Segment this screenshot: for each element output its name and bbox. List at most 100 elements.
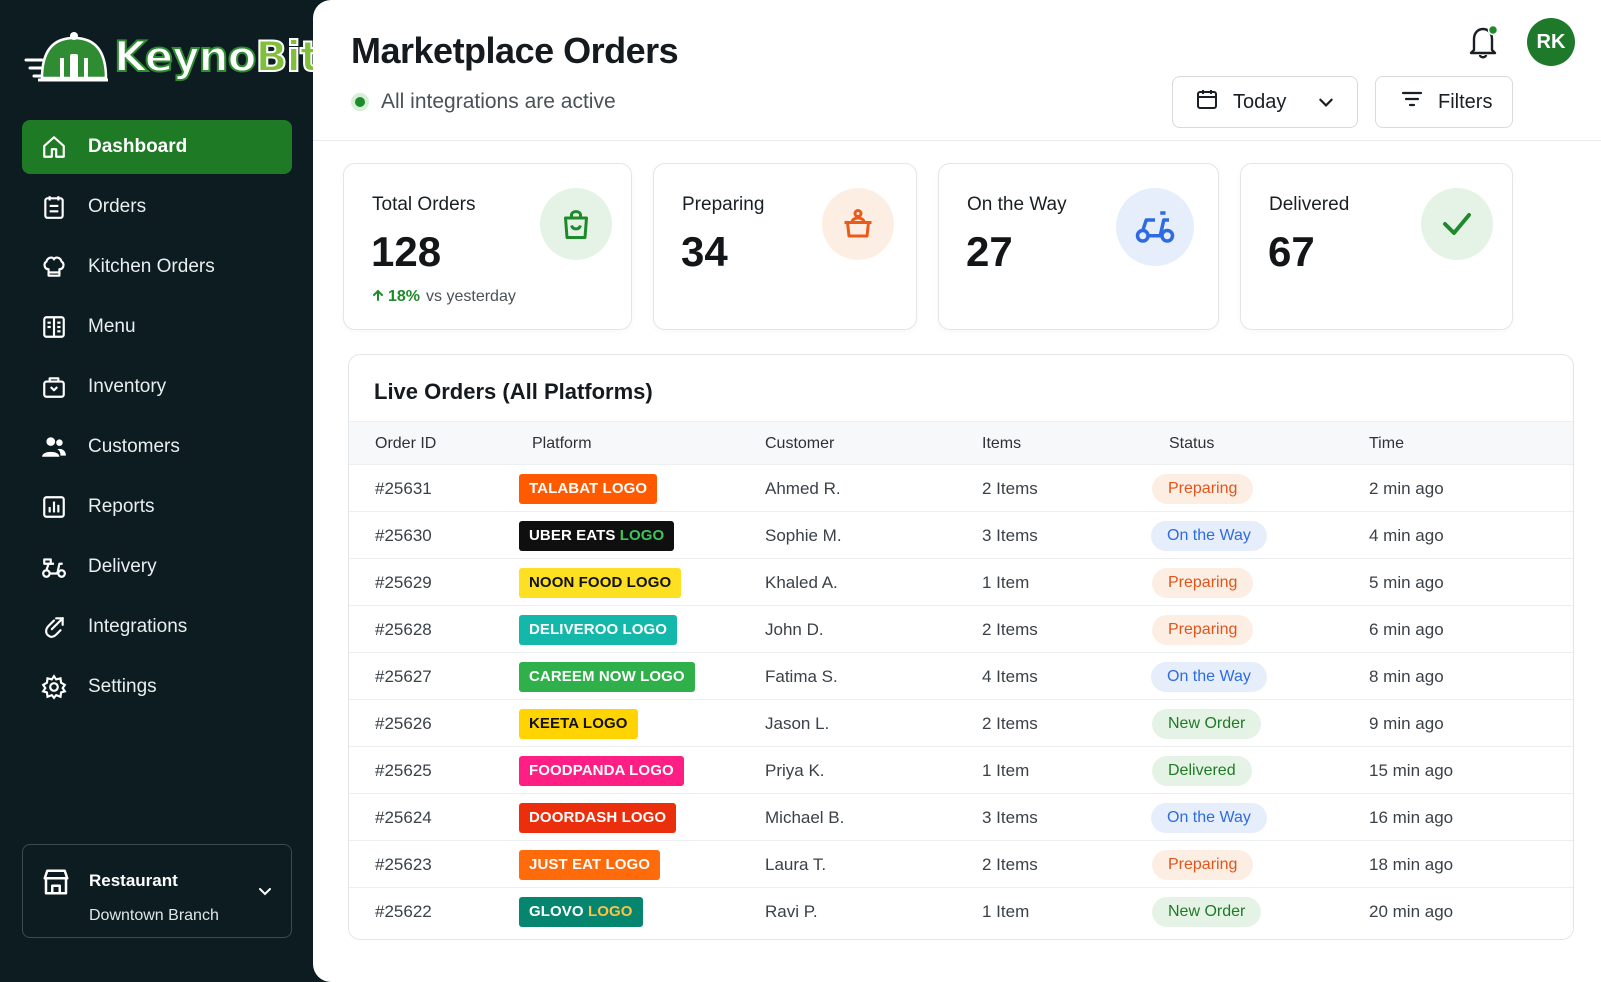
table-row[interactable]: #25627 CAREEM NOW LOGO Fatima S. 4 Items On … <box>349 653 1573 700</box>
filters-button[interactable]: Filters <box>1375 76 1513 128</box>
stat-label: Preparing <box>682 194 765 215</box>
sidebar-item-kitchen-orders[interactable]: Kitchen Orders <box>22 240 292 294</box>
sidebar-item-label: Reports <box>88 496 155 517</box>
items-cell: 2 Items <box>982 620 1038 639</box>
customer-cell: John D. <box>765 620 824 639</box>
order-id-cell: #25624 <box>375 808 432 827</box>
sidebar-item-orders[interactable]: Orders <box>22 180 292 234</box>
sidebar-item-menu[interactable]: Menu <box>22 300 292 354</box>
column-header-time[interactable]: Time <box>1369 422 1404 466</box>
table-title: Live Orders (All Platforms) <box>374 379 653 404</box>
stat-card-delivered[interactable]: Delivered 67 <box>1240 163 1513 330</box>
column-header-customer[interactable]: Customer <box>765 422 834 466</box>
link-icon <box>40 613 68 641</box>
platform-logo-badge: UBER EATS LOGO <box>519 521 675 551</box>
table-row[interactable]: #25625 FOODPANDA LOGO Priya K. 1 Item Delive… <box>349 747 1573 794</box>
order-id-cell: #25628 <box>375 620 432 639</box>
stat-value: 34 <box>681 228 728 275</box>
platform-logo-badge: TALABAT LOGO <box>519 474 658 504</box>
shopping-bag-icon <box>540 188 612 260</box>
users-icon <box>40 433 68 461</box>
customer-cell: Khaled A. <box>765 573 838 592</box>
sidebar-item-label: Menu <box>88 316 136 337</box>
items-cell: 1 Item <box>982 573 1030 592</box>
sidebar-item-dashboard[interactable]: Dashboard <box>22 120 292 174</box>
table-row[interactable]: #25631 TALABAT LOGO Ahmed R. 2 Items Prepari… <box>349 465 1573 512</box>
box-icon <box>40 373 68 401</box>
sidebar-item-settings[interactable]: Settings <box>22 660 292 714</box>
sidebar-item-reports[interactable]: Reports <box>22 480 292 534</box>
sidebar-item-integrations[interactable]: Integrations <box>22 600 292 654</box>
status-badge: On the Way <box>1151 521 1267 551</box>
customer-cell: Priya K. <box>765 761 825 780</box>
status-badge: On the Way <box>1151 803 1267 833</box>
stat-trend-text: vs yesterday <box>426 288 516 305</box>
stat-card-preparing[interactable]: Preparing 34 <box>653 163 917 330</box>
date-filter-dropdown[interactable]: Today <box>1172 76 1358 128</box>
customer-cell: Ravi P. <box>765 902 818 921</box>
stat-trend-percent: 18% <box>388 288 421 305</box>
items-cell: 2 Items <box>982 714 1038 733</box>
bar-chart-icon <box>40 493 68 521</box>
column-header-order-id[interactable]: Order ID <box>375 422 436 466</box>
table-row[interactable]: #25623 JUST EAT LOGO Laura T. 2 Items Prepar… <box>349 841 1573 888</box>
sidebar-item-delivery[interactable]: Delivery <box>22 540 292 594</box>
restaurant-logo-icon <box>24 32 108 82</box>
table-row[interactable]: #25622 GLOVO LOGO Ravi P. 1 Item New Order 20… <box>349 888 1573 935</box>
platform-logo-badge: GLOVO LOGO <box>519 897 643 927</box>
stat-card-total-orders[interactable]: Total Orders 128 18% vs yesterday <box>343 163 632 330</box>
sidebar-item-label: Inventory <box>88 376 167 397</box>
sidebar-item-label: Settings <box>88 676 157 697</box>
avatar[interactable]: RK <box>1527 18 1575 66</box>
items-cell: 4 Items <box>982 667 1038 686</box>
order-id-cell: #25622 <box>375 902 432 921</box>
sidebar-item-customers[interactable]: Customers <box>22 420 292 474</box>
table-row[interactable]: #25629 NOON FOOD LOGO Khaled A. 1 Item Prepa… <box>349 559 1573 606</box>
store-icon <box>41 867 71 897</box>
column-header-status[interactable]: Status <box>1169 422 1214 466</box>
status-badge: Preparing <box>1152 474 1254 504</box>
stat-value: 67 <box>1268 228 1315 275</box>
platform-name: UBER EATS <box>529 527 620 544</box>
notification-bell-icon[interactable] <box>1468 24 1500 65</box>
time-cell: 5 min ago <box>1369 573 1444 592</box>
time-cell: 18 min ago <box>1369 855 1454 874</box>
integration-status-text: All integrations are active <box>381 90 616 113</box>
stat-label: On the Way <box>967 194 1067 215</box>
brand-logo[interactable]: KeynoBite <box>24 24 348 88</box>
table-body: #25631 TALABAT LOGO Ahmed R. 2 Items Prepari… <box>349 465 1573 935</box>
order-id-cell: #25626 <box>375 714 432 733</box>
live-orders-table: Live Orders (All Platforms) Order ID Pla… <box>348 354 1574 940</box>
status-badge: Preparing <box>1152 850 1254 880</box>
items-cell: 3 Items <box>982 808 1038 827</box>
items-cell: 2 Items <box>982 855 1038 874</box>
column-header-platform[interactable]: Platform <box>532 422 592 466</box>
sidebar-item-label: Delivery <box>88 556 157 577</box>
table-row[interactable]: #25626 KEETA LOGO Jason L. 2 Items New Order… <box>349 700 1573 747</box>
column-header-items[interactable]: Items <box>982 422 1021 466</box>
filters-label: Filters <box>1438 90 1493 113</box>
home-icon <box>40 133 68 161</box>
branch-selector[interactable]: Restaurant Downtown Branch <box>22 844 292 938</box>
customer-cell: Sophie M. <box>765 526 842 545</box>
items-cell: 1 Item <box>982 761 1030 780</box>
sidebar-nav: Dashboard Orders Kitchen Orders Menu Inv… <box>22 120 292 720</box>
customer-cell: Michael B. <box>765 808 845 827</box>
items-cell: 1 Item <box>982 902 1030 921</box>
brand-name: KeynoBite <box>113 31 348 82</box>
status-badge: New Order <box>1152 709 1262 739</box>
stat-value: 128 <box>371 228 442 275</box>
table-row[interactable]: #25624 DOORDASH LOGO Michael B. 3 Items On t… <box>349 794 1573 841</box>
sidebar-item-inventory[interactable]: Inventory <box>22 360 292 414</box>
stat-value: 27 <box>966 228 1013 275</box>
stat-card-on-the-way[interactable]: On the Way 27 <box>938 163 1219 330</box>
page-title: Marketplace Orders <box>351 30 679 71</box>
sidebar: KeynoBite Dashboard Orders Kitchen Order… <box>0 0 348 982</box>
check-icon <box>1421 188 1493 260</box>
table-row[interactable]: #25628 DELIVEROO LOGO John D. 2 Items Prepar… <box>349 606 1573 653</box>
table-row[interactable]: #25630 UBER EATS LOGO Sophie M. 3 Items On t… <box>349 512 1573 559</box>
time-cell: 20 min ago <box>1369 902 1454 921</box>
stat-label: Total Orders <box>372 194 476 215</box>
gear-icon <box>40 673 68 701</box>
platform-name: GLOVO <box>529 903 588 920</box>
